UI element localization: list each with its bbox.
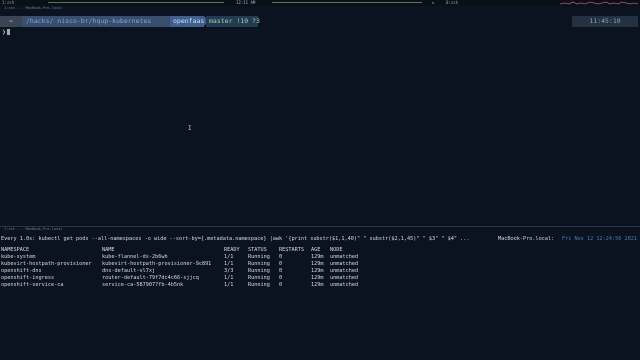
- cell-name: dns-default-vl7xj: [102, 268, 156, 274]
- cell-ready: 1/1: [224, 282, 234, 288]
- cell-restarts: 0: [279, 282, 283, 288]
- cell-namespace: openshift-service-ca: [1, 282, 64, 288]
- terminal-pane-bottom[interactable]: 1:zsh ... MacBook-Pro.local Every 1.0s: …: [0, 227, 640, 360]
- cell-namespace: kubevirt-hostpath-provisioner: [1, 261, 92, 267]
- cell-status: Running: [248, 261, 270, 267]
- cell-namespace: openshift-ingress: [1, 275, 55, 281]
- pane-title: 1:zsh ... MacBook-Pro.local: [4, 227, 63, 231]
- text-cursor: [6, 29, 10, 35]
- cell-name: router-default-79f7dc4c66-sjjcq: [102, 275, 199, 281]
- prompt-chevron-icon: ❯: [2, 28, 6, 36]
- cell-restarts: 0: [279, 275, 283, 281]
- table-row: openshift-service-ca service-ca-5879077f…: [1, 282, 370, 289]
- cell-age: 129m: [311, 261, 324, 267]
- cell-name: service-ca-5879077fb-4b5nk: [102, 282, 184, 288]
- cell-ready: 3/3: [224, 268, 234, 274]
- cell-namespace: openshift-dns: [1, 268, 42, 274]
- command-input[interactable]: ❯: [2, 28, 10, 37]
- table-row: openshift-dns dns-default-vl7xj 3/3 Runn…: [1, 268, 370, 275]
- cell-name: kube-flannel-ds-2b6wh: [102, 254, 168, 260]
- cell-age: 129m: [311, 275, 324, 281]
- watch-datetime: Fri Nov 12 12:24:56 2021: [562, 236, 637, 242]
- cell-namespace: kube-system: [1, 254, 36, 260]
- cell-status: Running: [248, 282, 270, 288]
- cell-ready: 1/1: [224, 254, 234, 260]
- column-header: NAMESPACE: [1, 247, 30, 253]
- cell-ready: 1/1: [224, 261, 234, 267]
- column-header: RESTARTS: [279, 247, 304, 253]
- i-beam-cursor-icon: I: [188, 125, 192, 132]
- cpu-graph: [560, 1, 638, 5]
- cell-node: unmatched: [330, 282, 359, 288]
- table-header-row: NAMESPACE NAME READY STATUS RESTARTS AGE…: [1, 247, 370, 254]
- cell-restarts: 0: [279, 254, 283, 260]
- prompt-dir-segment: openfaas: [170, 16, 204, 27]
- status-bar-line: [48, 2, 224, 3]
- cell-age: 129m: [311, 282, 324, 288]
- cell-node: unmatched: [330, 254, 359, 260]
- column-header: NAME: [102, 247, 115, 253]
- cell-status: Running: [248, 268, 270, 274]
- prompt-git-segment: master !10 ?3: [206, 16, 260, 27]
- watch-header: Every 1.0s: kubectl get pods --all-names…: [0, 235, 640, 244]
- table-row: kubevirt-hostpath-provisioner kubevirt-h…: [1, 261, 370, 268]
- prompt-time-segment: 11:45:10: [572, 16, 638, 27]
- status-bar-line: [272, 2, 422, 3]
- cell-status: Running: [248, 254, 270, 260]
- cell-node: unmatched: [330, 261, 359, 267]
- column-header: STATUS: [248, 247, 267, 253]
- column-header: NODE: [330, 247, 343, 253]
- column-header: READY: [224, 247, 240, 253]
- prompt-path-segment: /hacks/ nisco-br/hqup-kubernetes: [22, 16, 170, 27]
- prompt-home-segment: ~: [0, 16, 22, 27]
- pane-title: 1:zsh ... MacBook-Pro.local: [4, 6, 63, 10]
- cell-restarts: 0: [279, 268, 283, 274]
- cell-age: 129m: [311, 268, 324, 274]
- cell-ready: 1/1: [224, 275, 234, 281]
- watch-host: MacBook-Pro.local:: [498, 236, 555, 242]
- column-header: AGE: [311, 247, 321, 253]
- watch-command: Every 1.0s: kubectl get pods --all-names…: [1, 236, 470, 242]
- table-row: kube-system kube-flannel-ds-2b6wh 1/1 Ru…: [1, 254, 370, 261]
- table-row: openshift-ingress router-default-79f7dc4…: [1, 275, 370, 282]
- shell-prompt: ~ /hacks/ nisco-br/hqup-kubernetes openf…: [0, 16, 640, 27]
- pods-table: NAMESPACE NAME READY STATUS RESTARTS AGE…: [1, 247, 370, 289]
- cell-status: Running: [248, 275, 270, 281]
- cell-name: kubevirt-hostpath-provisioner-9c891: [102, 261, 212, 267]
- cell-node: unmatched: [330, 268, 359, 274]
- cell-age: 129m: [311, 254, 324, 260]
- cell-node: unmatched: [330, 275, 359, 281]
- terminal-pane-top[interactable]: 1:zsh ... MacBook-Pro.local ~ /hacks/ ni…: [0, 6, 640, 224]
- cell-restarts: 0: [279, 261, 283, 267]
